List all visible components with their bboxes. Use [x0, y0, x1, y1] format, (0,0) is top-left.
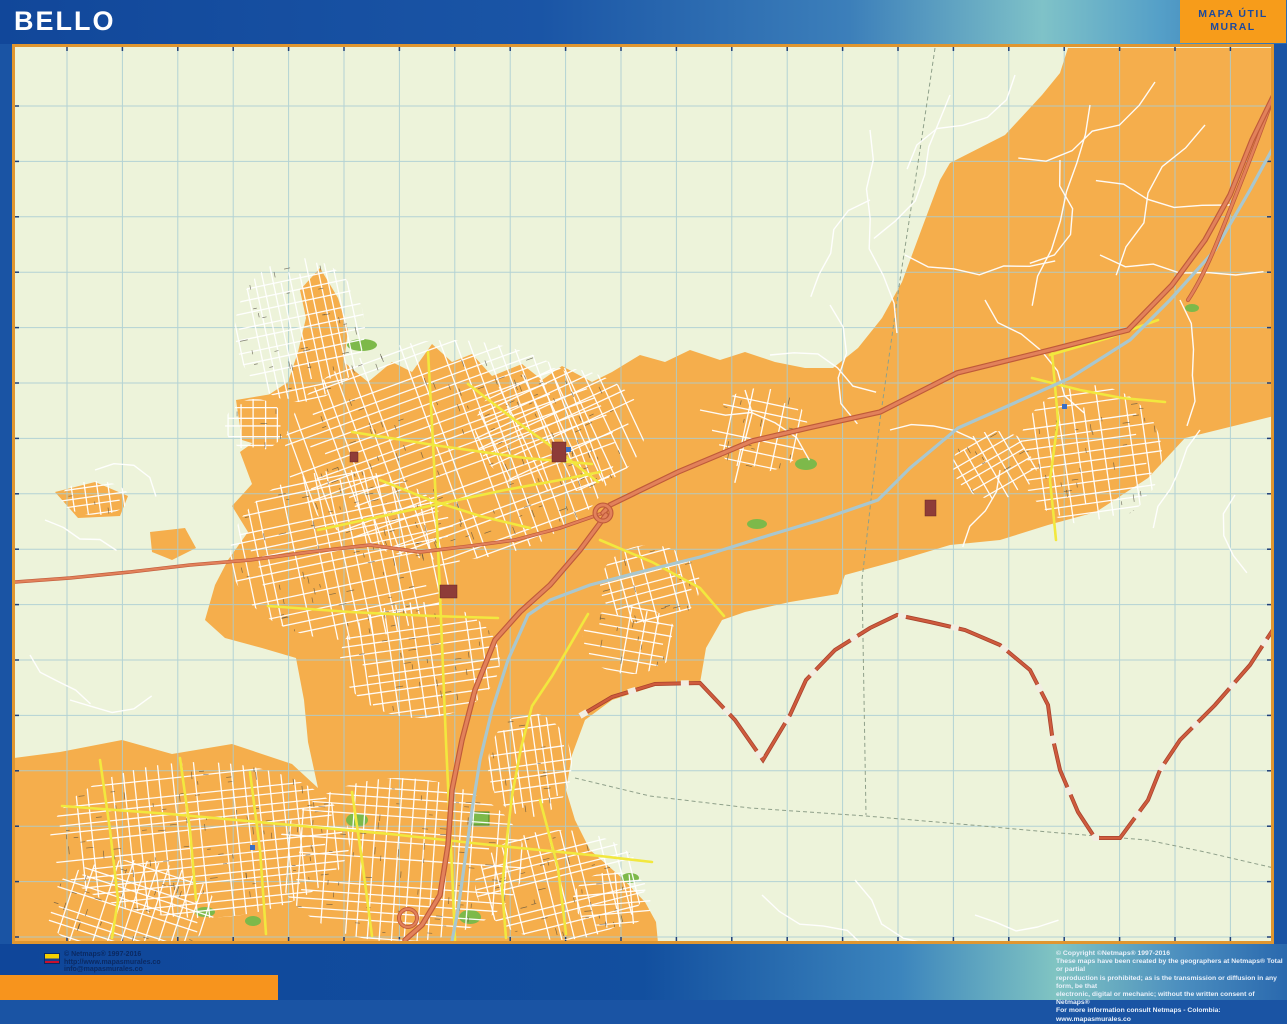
map-canvas [15, 47, 1271, 941]
poi-marker [250, 845, 255, 850]
badge-line1: MAPA ÚTIL [1180, 8, 1286, 21]
poi-marker [1062, 404, 1067, 409]
legal-line: reproduction is prohibited; as is the tr… [1056, 975, 1284, 991]
mural-badge: MAPA ÚTIL MURAL [1180, 0, 1286, 43]
footer-right-legal: © Copyright ©Netmaps® 1997-2016 These ma… [1056, 950, 1284, 1024]
legal-line: electronic, digital or mechanic; without… [1056, 991, 1284, 1007]
website-url: http://www.mapasmurales.co [64, 959, 161, 967]
contact-email: info@mapasmurales.co [64, 966, 161, 974]
map-poster-page: { "header": { "title": "BELLO", "badge":… [0, 0, 1287, 1000]
page-title: BELLO [14, 6, 116, 37]
header-bar: BELLO MAPA ÚTIL MURAL [0, 0, 1287, 44]
footer-orange-strip [0, 975, 278, 1000]
footer-left-credits: © Netmaps® 1997-2016 http://www.mapasmur… [64, 951, 161, 974]
legal-line: These maps have been created by the geog… [1056, 958, 1284, 974]
footer-bar: © Netmaps® 1997-2016 http://www.mapasmur… [0, 944, 1287, 1000]
map-frame [12, 44, 1274, 944]
colombia-flag-icon [44, 953, 60, 964]
copyright-line: © Netmaps® 1997-2016 [64, 951, 161, 959]
badge-line2: MURAL [1180, 21, 1286, 34]
poi-marker [566, 447, 571, 452]
legal-line: For more information consult Netmaps - C… [1056, 1007, 1284, 1023]
legal-line: © Copyright ©Netmaps® 1997-2016 [1056, 950, 1284, 958]
